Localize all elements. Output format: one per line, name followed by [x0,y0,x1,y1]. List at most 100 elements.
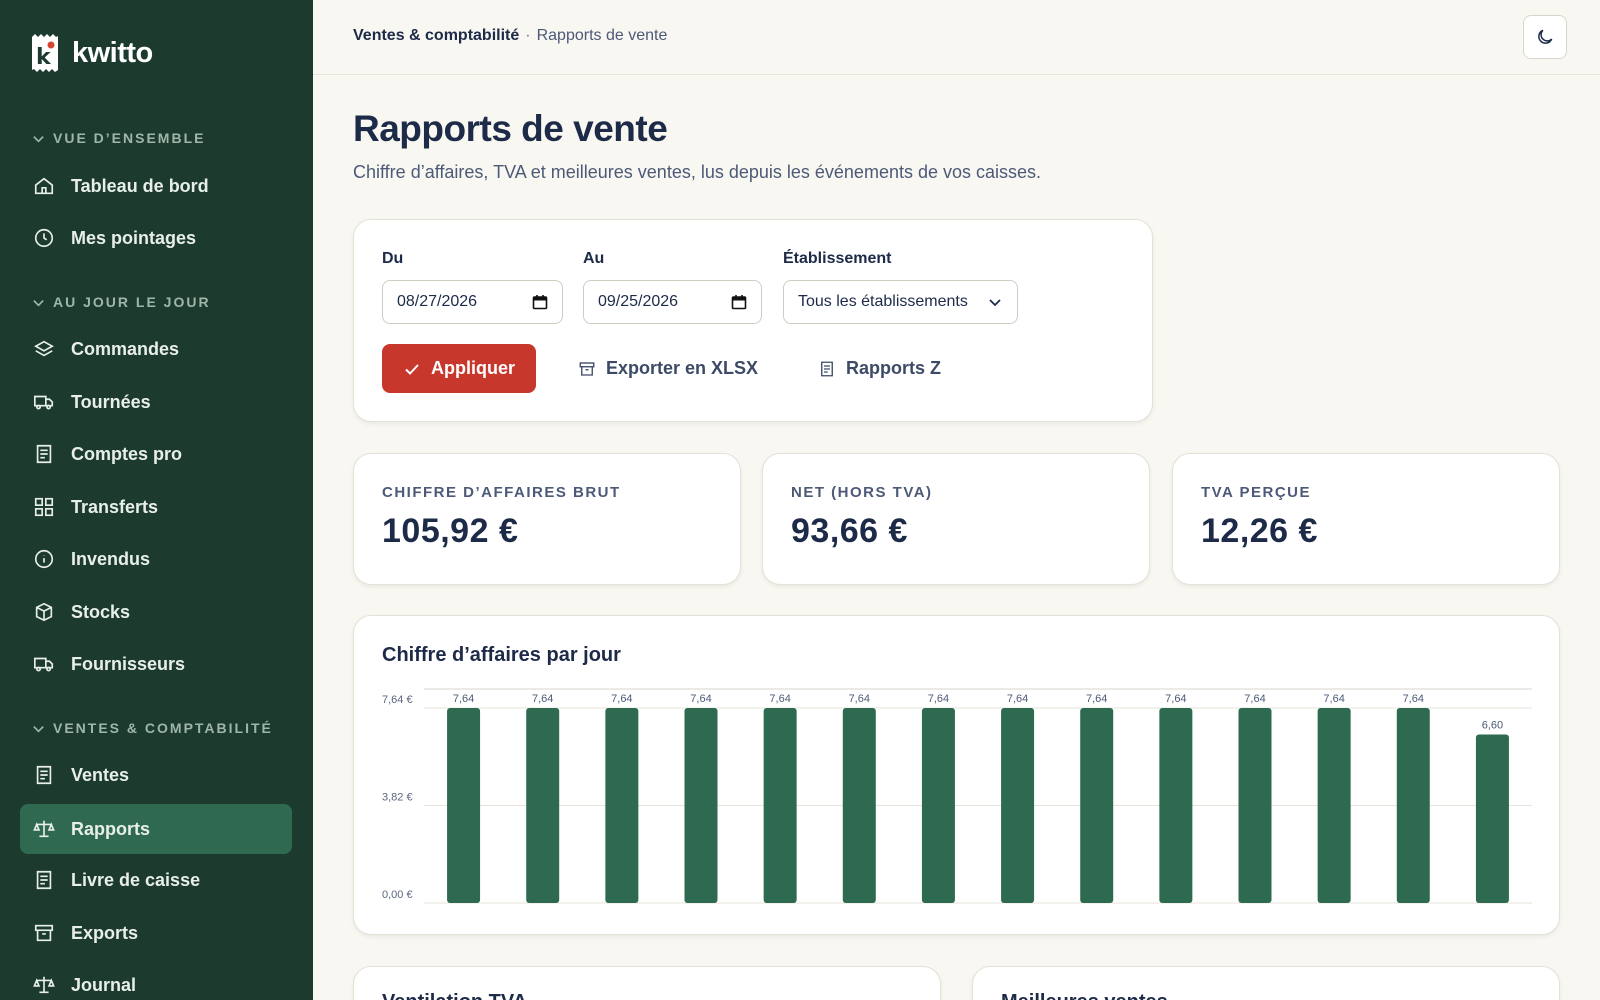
kpi-label: TVA PERÇUE [1201,484,1311,501]
sidebar-item-journal[interactable]: Journal [20,960,292,1000]
sidebar-item-label: Tableau de bord [71,176,209,197]
to-date-value: 09/25/2026 [598,293,678,311]
card-title: Meilleures ventes [1001,991,1168,1000]
to-date-input[interactable]: 09/25/2026 [583,280,762,324]
sidebar-item-livre-de-caisse[interactable]: Livre de caisse [20,855,292,905]
breadcrumb-parent[interactable]: Ventes & comptabilité [353,27,519,45]
sidebar-item-comptes-pro[interactable]: Comptes pro [20,429,292,479]
check-icon [403,360,421,378]
sidebar-item-label: Fournisseurs [71,654,185,675]
z-reports-label: Rapports Z [846,358,941,379]
bar-value-label: 7,64 [453,693,474,705]
scale-icon [33,818,55,840]
sidebar-item-label: Exports [71,923,138,944]
daily-revenue-chart: 0,00 €3,82 €7,64 €7,647,647,647,647,647,… [354,616,1561,936]
kpi-card-gross-revenue: CHIFFRE D’AFFAIRES BRUT 105,92 € [353,453,741,585]
y-tick-label: 7,64 € [382,694,413,706]
sidebar-item-transferts[interactable]: Transferts [20,482,292,532]
sidebar-item-invendus[interactable]: Invendus [20,534,292,584]
page-title: Rapports de vente [353,108,667,150]
chart-bar [526,708,559,903]
bar-value-label: 7,64 [1323,693,1344,705]
sidebar-item-label: Rapports [71,819,150,840]
store-label: Établissement [783,250,891,268]
receipt-icon [33,869,55,891]
apply-button[interactable]: Appliquer [382,344,536,393]
brand-name: kwitto [72,37,153,70]
brand[interactable]: k kwitto [30,34,153,72]
sidebar-item-tournees[interactable]: Tournées [20,377,292,427]
sidebar-item-tableau-de-bord[interactable]: Tableau de bord [20,161,292,211]
breadcrumb-separator: · [525,27,530,45]
chart-bar [922,708,955,903]
sidebar-item-label: Journal [71,975,136,996]
calendar-icon[interactable] [731,294,747,310]
section-ventes-comptabilite[interactable]: VENTES & COMPTABILITÉ [32,720,273,736]
chart-bar [1080,708,1113,903]
chart-bar [1318,708,1351,903]
sidebar-item-commandes[interactable]: Commandes [20,324,292,374]
bar-value-label: 7,64 [1086,693,1107,705]
store-select[interactable]: Tous les établissements [783,280,1018,324]
layers-icon [33,338,55,360]
bar-value-label: 7,64 [769,693,790,705]
section-label: VUE D’ENSEMBLE [53,130,205,146]
calendar-icon[interactable] [532,294,548,310]
chevron-down-icon [987,294,1003,310]
sidebar-item-label: Comptes pro [71,444,182,465]
export-xlsx-label: Exporter en XLSX [606,358,758,379]
from-date-label: Du [382,250,403,268]
top-sales-card: Meilleures ventes [972,966,1560,1000]
apply-button-label: Appliquer [431,358,515,379]
chart-bar [1397,708,1430,903]
kpi-label: CHIFFRE D’AFFAIRES BRUT [382,484,621,501]
bar-value-label: 7,64 [1244,693,1265,705]
bar-value-label: 7,64 [690,693,711,705]
sidebar-item-label: Commandes [71,339,179,360]
archive-icon [33,922,55,944]
section-au-jour-le-jour[interactable]: AU JOUR LE JOUR [32,294,211,310]
sidebar-item-label: Tournées [71,392,151,413]
chart-bar [1239,708,1272,903]
kpi-value: 93,66 € [791,512,908,551]
bar-value-label: 7,64 [1403,693,1424,705]
section-vue-ensemble[interactable]: VUE D’ENSEMBLE [32,130,205,146]
sidebar-item-mes-pointages[interactable]: Mes pointages [20,213,292,263]
kpi-card-vat: TVA PERÇUE 12,26 € [1172,453,1560,585]
filters-card: Du 08/27/2026 Au 09/25/2026 Établissemen… [353,219,1153,422]
chart-bar [1159,708,1192,903]
chart-bar [1476,735,1509,903]
chart-bar [1001,708,1034,903]
chart-bar [605,708,638,903]
sidebar: k kwitto VUE D’ENSEMBLE Tableau de bord … [0,0,313,1000]
sidebar-item-fournisseurs[interactable]: Fournisseurs [20,639,292,689]
theme-toggle-button[interactable] [1523,15,1567,59]
sidebar-item-label: Livre de caisse [71,870,200,891]
daily-revenue-chart-card: Chiffre d’affaires par jour 0,00 €3,82 €… [353,615,1560,935]
sidebar-item-ventes[interactable]: Ventes [20,750,292,800]
export-xlsx-button[interactable]: Exporter en XLSX [578,344,758,393]
sidebar-item-stocks[interactable]: Stocks [20,587,292,637]
chevron-down-icon [32,722,45,735]
from-date-input[interactable]: 08/27/2026 [382,280,563,324]
topbar: Ventes & comptabilité · Rapports de vent… [313,0,1600,75]
sidebar-item-label: Stocks [71,602,130,623]
bar-value-label: 7,64 [849,693,870,705]
moon-icon [1535,27,1555,47]
kpi-value: 12,26 € [1201,512,1318,551]
bar-value-label: 7,64 [1165,693,1186,705]
kpi-value: 105,92 € [382,512,518,551]
bar-value-label: 7,64 [532,693,553,705]
card-title: Ventilation TVA [382,991,527,1000]
z-reports-button[interactable]: Rapports Z [818,344,941,393]
y-tick-label: 3,82 € [382,792,413,804]
clock-icon [33,227,55,249]
sidebar-item-rapports[interactable]: Rapports [20,804,292,854]
sidebar-item-exports[interactable]: Exports [20,908,292,958]
receipt-icon [33,764,55,786]
to-date-label: Au [583,250,604,268]
vat-breakdown-card: Ventilation TVA [353,966,941,1000]
chevron-down-icon [32,132,45,145]
archive-icon [578,360,596,378]
chart-bar [764,708,797,903]
